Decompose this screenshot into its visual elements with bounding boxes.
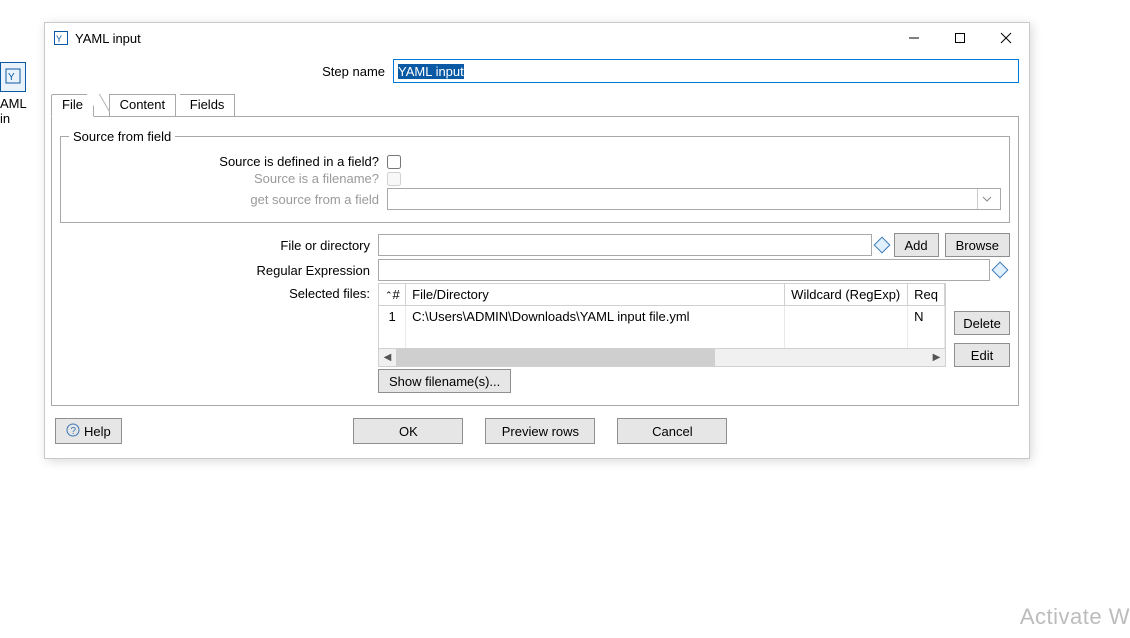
regex-input[interactable] [378, 259, 990, 281]
delete-button[interactable]: Delete [954, 311, 1010, 335]
col-header-req[interactable]: Req [908, 284, 945, 306]
table-row[interactable]: 1 C:\Users\ADMIN\Downloads\YAML input fi… [379, 306, 945, 328]
preview-rows-button[interactable]: Preview rows [485, 418, 595, 444]
step-name-input[interactable] [393, 59, 1019, 83]
cell-wildcard[interactable] [785, 306, 908, 328]
node-label: AML in [0, 96, 26, 126]
selected-files-table[interactable]: ⌃# File/Directory Wildcard (RegExp) Req … [378, 283, 946, 367]
get-source-field-label: get source from a field [69, 192, 387, 207]
ok-button[interactable]: OK [353, 418, 463, 444]
variable-indicator-icon[interactable] [873, 237, 890, 254]
yaml-dialog-icon: Y [53, 30, 69, 46]
file-or-directory-label: File or directory [60, 238, 378, 253]
step-name-row: Step name [45, 53, 1029, 85]
help-button[interactable]: ? Help [55, 418, 122, 444]
window-title: YAML input [75, 31, 141, 46]
get-source-field-combo [387, 188, 1001, 210]
selected-files-label: Selected files: [60, 283, 378, 301]
canvas-node-yaml-input: Y AML in [0, 62, 26, 92]
svg-text:?: ? [71, 426, 77, 437]
regex-label: Regular Expression [60, 263, 378, 278]
file-or-directory-input[interactable] [378, 234, 872, 256]
col-header-wildcard[interactable]: Wildcard (RegExp) [785, 284, 908, 306]
cell-num: 1 [379, 306, 406, 328]
source-group-legend: Source from field [69, 129, 175, 144]
variable-indicator-icon[interactable] [992, 262, 1009, 279]
svg-text:Y: Y [8, 72, 15, 83]
chevron-down-icon [977, 189, 996, 209]
tab-fields[interactable]: Fields [180, 94, 236, 117]
cell-req[interactable]: N [908, 306, 945, 328]
col-header-file[interactable]: File/Directory [406, 284, 785, 306]
table-row[interactable] [379, 327, 945, 348]
help-icon: ? [66, 423, 80, 440]
add-button[interactable]: Add [894, 233, 939, 257]
cell-file[interactable]: C:\Users\ADMIN\Downloads\YAML input file… [406, 306, 785, 328]
source-from-field-group: Source from field Source is defined in a… [60, 129, 1010, 223]
scroll-thumb[interactable] [396, 349, 715, 366]
close-button[interactable] [983, 23, 1029, 53]
dialog-footer: ? Help OK Preview rows Cancel [45, 406, 1029, 458]
browse-button[interactable]: Browse [945, 233, 1010, 257]
yaml-node-icon: Y [5, 68, 21, 87]
edit-button[interactable]: Edit [954, 343, 1010, 367]
show-filenames-button[interactable]: Show filename(s)... [378, 369, 511, 393]
tab-body-file: Source from field Source is defined in a… [51, 117, 1019, 406]
yaml-input-dialog: Y YAML input Step name File Content Fiel… [44, 22, 1030, 459]
table-h-scrollbar[interactable]: ◀ ▶ [379, 348, 945, 366]
cancel-button[interactable]: Cancel [617, 418, 727, 444]
titlebar[interactable]: Y YAML input [45, 23, 1029, 53]
minimize-button[interactable] [891, 23, 937, 53]
maximize-button[interactable] [937, 23, 983, 53]
svg-text:Y: Y [56, 34, 62, 44]
scroll-right-icon[interactable]: ▶ [928, 349, 945, 366]
source-defined-label: Source is defined in a field? [69, 154, 387, 169]
tab-file[interactable]: File [51, 94, 94, 117]
windows-activation-watermark: Activate W [1020, 604, 1130, 630]
col-header-num[interactable]: ⌃# [379, 284, 406, 306]
scroll-left-icon[interactable]: ◀ [379, 349, 396, 366]
source-defined-checkbox[interactable] [387, 155, 401, 169]
source-is-filename-checkbox [387, 172, 401, 186]
step-name-label: Step name [55, 64, 393, 79]
source-is-filename-label: Source is a filename? [69, 171, 387, 186]
node-icon-box: Y [0, 62, 26, 92]
tab-content[interactable]: Content [109, 94, 177, 117]
tab-strip: File Content Fields [51, 93, 1019, 117]
